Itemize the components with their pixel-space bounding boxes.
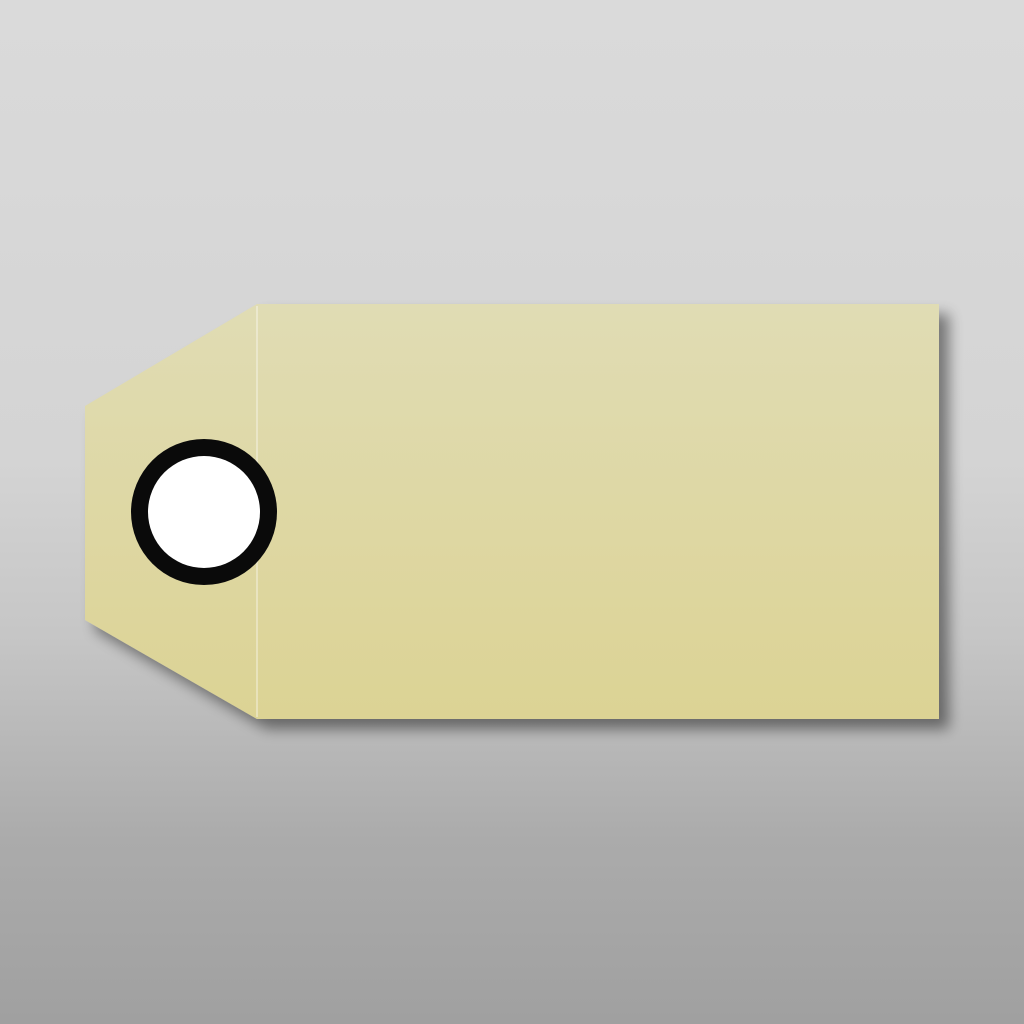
app-icon-background xyxy=(0,0,1024,1024)
eyelet-hole xyxy=(148,456,260,568)
shipping-tag-icon xyxy=(85,304,939,719)
